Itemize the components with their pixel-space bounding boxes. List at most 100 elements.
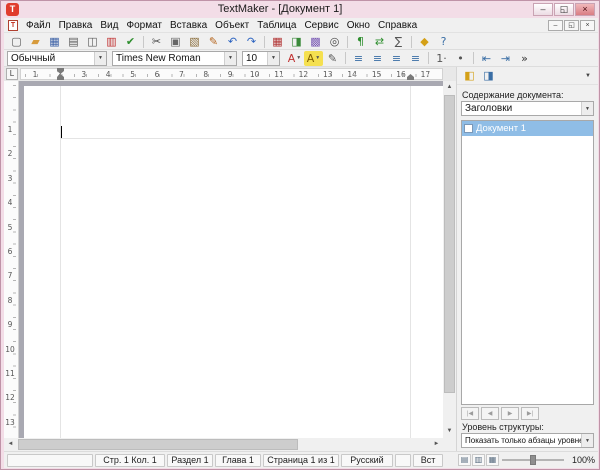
vertical-scrollbar-thumb[interactable] (444, 95, 455, 393)
restore-button[interactable]: ◱ (554, 3, 574, 16)
document-minimize-button[interactable]: – (548, 20, 563, 31)
numbered-list-button[interactable]: 1· (432, 51, 451, 66)
align-justify-button[interactable]: ≡ (406, 51, 425, 66)
paste-button[interactable]: ▧ (185, 34, 204, 49)
insert-table-button[interactable]: ▦ (268, 34, 287, 49)
chevron-down-icon[interactable]: ▼ (224, 52, 236, 65)
font-name-combo[interactable]: Times New Roman ▼ (112, 51, 237, 66)
zoom-slider[interactable] (502, 454, 564, 466)
status-mode[interactable] (395, 454, 411, 467)
document-window-icon[interactable]: T (8, 20, 18, 31)
chevron-down-icon[interactable]: ▼ (267, 52, 279, 65)
menu-item-format[interactable]: Формат (122, 18, 166, 32)
chevron-down-icon[interactable]: ▼ (581, 434, 593, 447)
nav-prev-button[interactable]: ◀ (481, 407, 499, 420)
zoom-slider-thumb[interactable] (530, 455, 536, 465)
chevron-down-icon[interactable]: ▼ (581, 102, 593, 115)
redo-button[interactable]: ↷ (242, 34, 261, 49)
menu-item-edit[interactable]: Правка (55, 18, 97, 32)
view-normal-icon[interactable]: ▤ (458, 454, 471, 466)
vertical-ruler[interactable]: 12345678910111213 (4, 81, 19, 438)
document-restore-button[interactable]: ◱ (564, 20, 579, 31)
search-button[interactable]: ◎ (325, 34, 344, 49)
toolbar-overflow-button[interactable]: » (515, 51, 534, 66)
scroll-left-icon[interactable]: ◄ (4, 438, 17, 451)
copy-button[interactable]: ▣ (166, 34, 185, 49)
align-center-button[interactable]: ≡ (368, 51, 387, 66)
undo-button[interactable]: ↶ (223, 34, 242, 49)
horizontal-scrollbar-thumb[interactable] (18, 439, 298, 450)
menu-item-table[interactable]: Таблица (253, 18, 300, 32)
font-size-combo[interactable]: 10 ▼ (242, 51, 280, 66)
menu-item-object[interactable]: Объект (211, 18, 253, 32)
horizontal-ruler[interactable]: L 1234567891011121314151617 (4, 67, 456, 81)
bullet-list-button[interactable]: • (451, 51, 470, 66)
export-pdf-button[interactable]: ▥ (102, 34, 121, 49)
checkbox-icon[interactable] (464, 124, 473, 133)
chevron-down-icon[interactable]: ▼ (94, 52, 106, 65)
outline-level-combo[interactable]: Показать только абзацы уровней 1-9 ▼ (461, 433, 594, 448)
status-hint[interactable] (7, 454, 93, 467)
document-close-button[interactable]: × (580, 20, 595, 31)
view-thumbnails-icon[interactable]: ▦ (486, 454, 499, 466)
highlight-button[interactable]: А▼ (304, 51, 323, 66)
nonprinting-characters-button[interactable]: ¶ (351, 34, 370, 49)
document-viewport[interactable] (19, 81, 443, 438)
status-chapter[interactable]: Глава 1 (215, 454, 261, 467)
help-button[interactable]: ? (434, 34, 453, 49)
decrease-indent-button[interactable]: ⇤ (477, 51, 496, 66)
format-paintbrush-button[interactable]: ✎ (204, 34, 223, 49)
insert-chart-button[interactable]: ◨ (287, 34, 306, 49)
align-left-button[interactable]: ≡ (349, 51, 368, 66)
menu-item-view[interactable]: Вид (96, 18, 122, 32)
horizontal-ruler-scale[interactable]: 1234567891011121314151617 (20, 68, 443, 80)
spell-check-button[interactable]: ✔ (121, 34, 140, 49)
status-page[interactable]: Страница 1 из 1 (263, 454, 339, 467)
menu-item-file[interactable]: Файл (22, 18, 55, 32)
menu-item-insert[interactable]: Вставка (166, 18, 211, 32)
menu-item-tools[interactable]: Сервис (300, 18, 342, 32)
minimize-button[interactable]: – (533, 3, 553, 16)
paragraph-style-combo[interactable]: Обычный ▼ (7, 51, 107, 66)
status-position[interactable]: Стр. 1 Кол. 1 (95, 454, 165, 467)
insert-picture-button[interactable]: ▩ (306, 34, 325, 49)
document-outline-list[interactable]: Документ 1 (461, 120, 594, 405)
sidebar-panel-contents-button[interactable]: ◧ (460, 68, 479, 83)
outline-item[interactable]: Документ 1 (462, 121, 593, 136)
character-format-button[interactable]: ✎ (323, 51, 342, 66)
nav-last-button[interactable]: ▶| (521, 407, 539, 420)
vertical-scrollbar[interactable]: ▲ ▼ (443, 81, 456, 438)
bookmark-button[interactable]: ◆ (415, 34, 434, 49)
tab-type-selector[interactable]: L (6, 68, 18, 80)
close-button[interactable]: × (575, 3, 595, 16)
sum-button[interactable]: ∑ (389, 34, 408, 49)
horizontal-scrollbar[interactable]: ◄ ► (4, 438, 443, 451)
status-section[interactable]: Раздел 1 (167, 454, 213, 467)
fields-button[interactable]: ⇄ (370, 34, 389, 49)
increase-indent-button[interactable]: ⇥ (496, 51, 515, 66)
scroll-up-icon[interactable]: ▲ (443, 81, 456, 94)
status-insert-mode[interactable]: Вст (413, 454, 443, 467)
align-right-button[interactable]: ≡ (387, 51, 406, 66)
sidebar-menu-icon[interactable]: ▼ (581, 71, 595, 81)
nav-next-button[interactable]: ▶ (501, 407, 519, 420)
save-button[interactable]: ▦ (45, 34, 64, 49)
document-page[interactable] (24, 86, 443, 438)
cut-button[interactable]: ✂ (147, 34, 166, 49)
textmaker-app-icon[interactable]: T (6, 3, 19, 16)
title-bar[interactable]: T TextMaker - [Документ 1] – ◱ × (1, 1, 599, 18)
sidebar-panel-objects-button[interactable]: ◨ (479, 68, 498, 83)
print-preview-button[interactable]: ◫ (83, 34, 102, 49)
menu-item-help[interactable]: Справка (374, 18, 421, 32)
print-button[interactable]: ▤ (64, 34, 83, 49)
new-document-button[interactable]: ▢ (7, 34, 26, 49)
font-color-button[interactable]: А▼ (285, 51, 304, 66)
open-button[interactable]: ▰ (26, 34, 45, 49)
contents-type-combo[interactable]: Заголовки ▼ (461, 101, 594, 116)
view-continuous-icon[interactable]: ▥ (472, 454, 485, 466)
nav-first-button[interactable]: |◀ (461, 407, 479, 420)
scroll-down-icon[interactable]: ▼ (443, 425, 456, 438)
menu-item-window[interactable]: Окно (343, 18, 374, 32)
scroll-right-icon[interactable]: ► (430, 438, 443, 451)
status-language[interactable]: Русский (341, 454, 393, 467)
